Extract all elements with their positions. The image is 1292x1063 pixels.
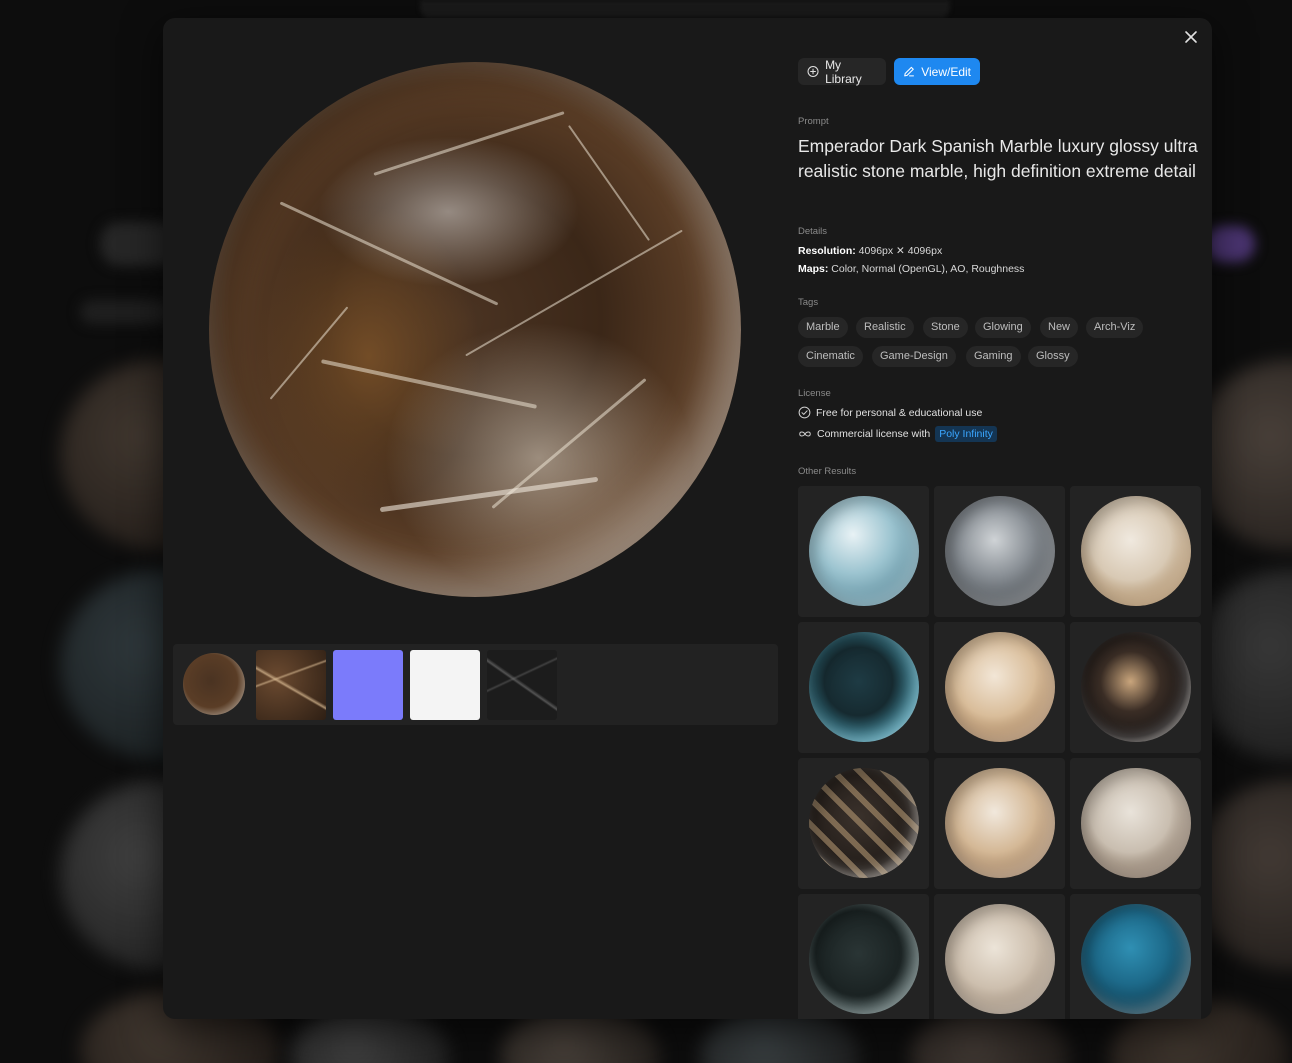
result-card[interactable] (1070, 894, 1201, 1019)
poly-infinity-link[interactable]: Poly Infinity (935, 426, 997, 442)
commercial-license-text: Commercial license with (817, 428, 931, 440)
material-preview (209, 62, 741, 597)
tag-glowing[interactable]: Glowing (975, 317, 1031, 338)
result-thumbnail (945, 904, 1055, 1014)
view-edit-label: View/Edit (921, 64, 971, 79)
material-detail-modal: My Library View/Edit Prompt Emperador Da… (163, 18, 1212, 1019)
tag-new[interactable]: New (1040, 317, 1079, 338)
background-search-bar (420, 0, 950, 18)
result-card[interactable] (1070, 486, 1201, 617)
result-card[interactable] (1070, 758, 1201, 889)
map-thumbnail-color[interactable] (256, 650, 326, 720)
tags-label: Tags (798, 297, 819, 308)
result-thumbnail (1081, 768, 1191, 878)
license-label: License (798, 388, 831, 399)
map-thumbnail-ao[interactable] (410, 650, 480, 720)
other-results-label: Other Results (798, 466, 857, 477)
result-card[interactable] (798, 758, 929, 889)
result-card[interactable] (798, 622, 929, 753)
map-thumbnail-preview[interactable] (183, 653, 245, 715)
resolution-line: Resolution: 4096px ✕ 4096px (798, 245, 942, 257)
view-edit-button[interactable]: View/Edit (894, 58, 980, 85)
tag-arch-viz[interactable]: Arch-Viz (1086, 317, 1144, 338)
tag-realistic[interactable]: Realistic (856, 317, 914, 338)
marble-vein (279, 201, 499, 306)
check-circle-icon (798, 406, 811, 419)
background-label (80, 300, 170, 324)
tag-marble[interactable]: Marble (798, 317, 848, 338)
prompt-text: Emperador Dark Spanish Marble luxury glo… (798, 136, 1198, 181)
map-thumbnail-normal[interactable] (333, 650, 403, 720)
result-thumbnail (945, 496, 1055, 606)
result-thumbnail (809, 768, 919, 878)
tag-gaming[interactable]: Gaming (966, 346, 1021, 367)
tag-stone[interactable]: Stone (923, 317, 968, 338)
edit-icon (904, 66, 914, 77)
tag-game-design[interactable]: Game-Design (872, 346, 956, 367)
background-accent-pill (1205, 226, 1255, 262)
maps-line: Maps: Color, Normal (OpenGL), AO, Roughn… (798, 263, 1024, 275)
maps-key: Maps: (798, 263, 829, 275)
details-label: Details (798, 226, 828, 237)
personal-license-text: Free for personal & educational use (816, 406, 983, 419)
result-thumbnail (809, 632, 919, 742)
result-card[interactable] (934, 894, 1065, 1019)
personal-license-line: Free for personal & educational use (798, 406, 982, 419)
tag-glossy[interactable]: Glossy (1028, 346, 1078, 367)
my-library-button[interactable]: My Library (798, 57, 886, 86)
result-thumbnail (1081, 904, 1191, 1014)
marble-vein (269, 306, 349, 400)
marble-vein (320, 359, 538, 409)
result-thumbnail (945, 632, 1055, 742)
result-card[interactable] (798, 486, 929, 617)
marble-vein (465, 229, 683, 357)
my-library-label: My Library (825, 57, 862, 86)
texture-map-strip (173, 644, 778, 725)
result-thumbnail (1081, 632, 1191, 742)
map-thumbnail-roughness[interactable] (487, 650, 557, 720)
result-thumbnail (809, 496, 919, 606)
result-card[interactable] (934, 622, 1065, 753)
result-card[interactable] (934, 758, 1065, 889)
result-card[interactable] (1070, 622, 1201, 753)
marble-vein (568, 125, 650, 241)
prompt-label: Prompt (798, 116, 829, 127)
result-thumbnail (1081, 496, 1191, 606)
material-preview-sphere (209, 62, 741, 597)
result-card[interactable] (798, 894, 929, 1019)
marble-vein (373, 111, 565, 176)
result-thumbnail (945, 768, 1055, 878)
details-panel: My Library View/Edit Prompt Emperador Da… (798, 18, 1202, 1019)
plus-circle-icon (807, 65, 819, 78)
result-thumbnail (809, 904, 919, 1014)
resolution-value: 4096px ✕ 4096px (858, 245, 943, 257)
resolution-key: Resolution: (798, 245, 856, 257)
tag-cinematic[interactable]: Cinematic (798, 346, 863, 367)
result-card[interactable] (934, 486, 1065, 617)
marble-vein (379, 476, 599, 513)
commercial-license-line: Commercial license with Poly Infinity (798, 426, 997, 442)
infinity-icon (799, 431, 811, 437)
maps-value: Color, Normal (OpenGL), AO, Roughness (831, 263, 1025, 275)
